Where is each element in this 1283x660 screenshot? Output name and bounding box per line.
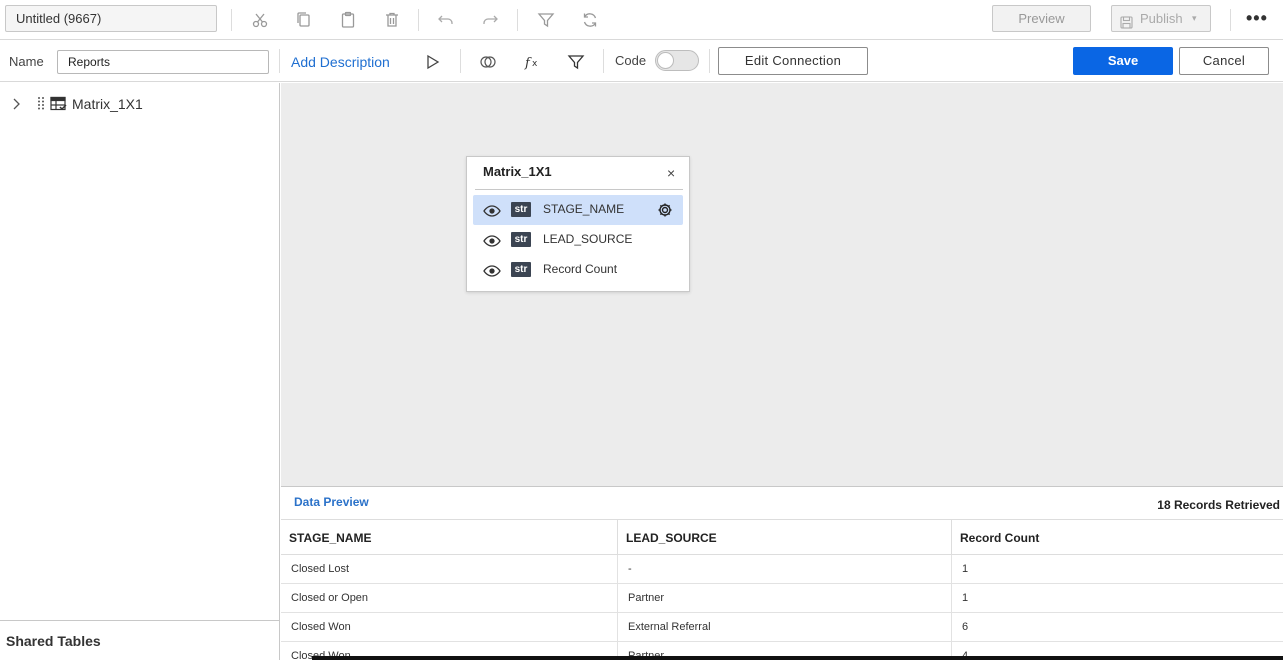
eye-icon[interactable]: [483, 234, 501, 252]
column-header[interactable]: STAGE_NAME: [281, 520, 618, 556]
formula-icon[interactable]: fx: [523, 53, 541, 71]
copy-icon[interactable]: [295, 11, 313, 29]
horizontal-scrollbar[interactable]: [312, 656, 1283, 660]
redo-icon[interactable]: [481, 11, 499, 29]
tree-item-matrix[interactable]: Matrix_1X1: [8, 95, 268, 113]
table-cell: Partner: [618, 584, 952, 613]
name-input[interactable]: [57, 50, 269, 74]
table-card-divider: [475, 189, 683, 190]
toolbar-divider: [517, 9, 518, 31]
table-row: Closed Lost - 1: [281, 555, 1283, 584]
publish-button[interactable]: Publish ▾: [1111, 5, 1211, 32]
query-editor-bar: Name Add Description fx Code Edit Connec…: [0, 41, 1283, 82]
field-name: Record Count: [543, 262, 618, 276]
toolbar-divider: [603, 49, 604, 73]
table-cell: Closed Lost: [281, 555, 618, 584]
close-icon[interactable]: ×: [667, 165, 675, 181]
field-row-lead-source[interactable]: str LEAD_SOURCE: [473, 225, 683, 255]
svg-text:x: x: [532, 59, 538, 69]
schema-tree-panel: Matrix_1X1 Shared Tables: [0, 83, 280, 660]
table-card[interactable]: Matrix_1X1 × str STAGE_NAME str LEAD_SOU…: [466, 156, 690, 292]
query-canvas[interactable]: [281, 83, 1283, 486]
table-card-title: Matrix_1X1: [483, 164, 552, 179]
table-cell: -: [618, 555, 952, 584]
field-row-record-count[interactable]: str Record Count: [473, 255, 683, 285]
eye-icon[interactable]: [483, 204, 501, 222]
add-description-link[interactable]: Add Description: [291, 54, 390, 70]
delete-icon[interactable]: [383, 11, 401, 29]
table-row: Closed Won External Referral 6: [281, 613, 1283, 642]
table-cell: External Referral: [618, 613, 952, 642]
publish-label: Publish: [1140, 11, 1183, 26]
toolbar-divider: [279, 49, 280, 73]
edit-connection-button[interactable]: Edit Connection: [718, 47, 868, 75]
string-type-badge: str: [511, 202, 531, 217]
cut-icon[interactable]: [251, 11, 269, 29]
join-icon[interactable]: [479, 53, 497, 71]
data-preview-panel: Data Preview 18 Records Retrieved STAGE_…: [281, 486, 1283, 660]
save-button[interactable]: Save: [1073, 47, 1173, 75]
refresh-icon[interactable]: [581, 11, 599, 29]
svg-text:f: f: [524, 56, 532, 71]
column-header[interactable]: Record Count: [952, 520, 1283, 556]
toolbar-divider: [1230, 9, 1231, 31]
table-cell: 1: [962, 563, 969, 575]
drag-handle-icon[interactable]: [37, 96, 45, 113]
string-type-badge: str: [511, 232, 531, 247]
run-icon[interactable]: [424, 53, 442, 71]
eye-icon[interactable]: [483, 264, 501, 282]
field-name: LEAD_SOURCE: [543, 232, 633, 246]
report-title-box[interactable]: Untitled (9667): [5, 5, 217, 32]
more-options-icon[interactable]: •••: [1246, 8, 1268, 29]
top-toolbar: Untitled (9667) Preview Publish ▾ •••: [0, 0, 1283, 40]
cancel-button[interactable]: Cancel: [1179, 47, 1269, 75]
preview-button[interactable]: Preview: [992, 5, 1091, 32]
string-type-badge: str: [511, 262, 531, 277]
chevron-down-icon: ▾: [1192, 13, 1197, 23]
chevron-right-icon[interactable]: [11, 97, 21, 111]
toolbar-divider: [709, 49, 710, 73]
save-disk-icon: [1120, 12, 1133, 37]
gear-icon[interactable]: [657, 202, 673, 223]
toggle-knob: [657, 52, 674, 69]
toolbar-divider: [418, 9, 419, 31]
field-row-stage-name[interactable]: str STAGE_NAME: [473, 195, 683, 225]
field-name: STAGE_NAME: [543, 202, 625, 216]
table-cell: Closed Won: [281, 613, 618, 642]
table-cell: Closed or Open: [281, 584, 618, 613]
toolbar-divider: [460, 49, 461, 73]
data-preview-title: Data Preview: [294, 495, 369, 509]
toolbar-divider: [231, 9, 232, 31]
code-label: Code: [615, 53, 647, 68]
filter-icon[interactable]: [537, 11, 555, 29]
table-icon: [50, 96, 68, 117]
records-count: 18 Records Retrieved: [1157, 498, 1280, 512]
preview-table-header: STAGE_NAME LEAD_SOURCE Record Count: [281, 519, 1283, 556]
code-toggle[interactable]: [655, 50, 699, 71]
column-header[interactable]: LEAD_SOURCE: [618, 520, 952, 556]
name-label: Name: [9, 54, 44, 69]
tree-item-label: Matrix_1X1: [72, 96, 143, 112]
undo-icon[interactable]: [437, 11, 455, 29]
filter-icon[interactable]: [567, 53, 585, 71]
shared-tables-header[interactable]: Shared Tables: [0, 620, 279, 660]
paste-icon[interactable]: [339, 11, 357, 29]
table-cell: 6: [962, 621, 969, 633]
table-row: Closed or Open Partner 1: [281, 584, 1283, 613]
table-cell: 1: [962, 592, 969, 604]
